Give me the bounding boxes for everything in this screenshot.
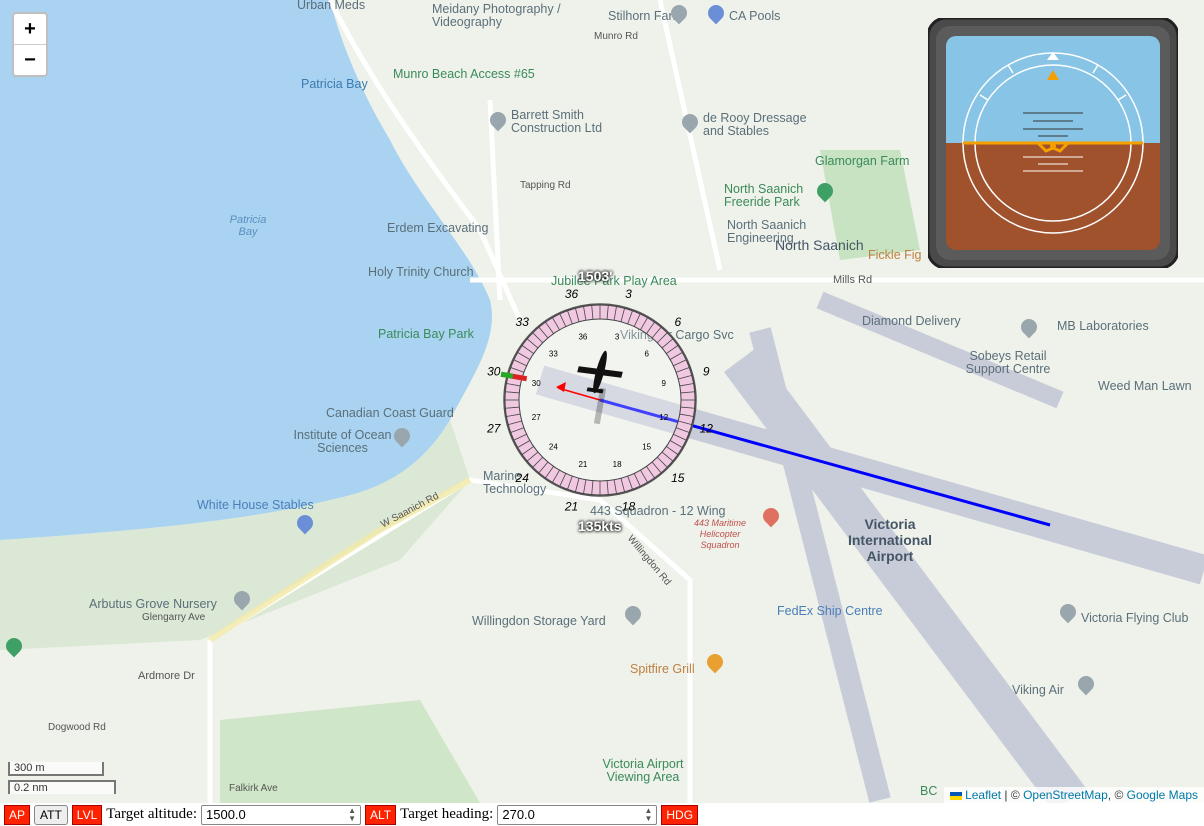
compass-inner-label: 33 [549, 349, 558, 358]
compass-inner-label: 12 [659, 413, 668, 422]
heading-hold-button[interactable]: HDG [661, 804, 699, 825]
attrib-text: , © [1107, 788, 1127, 802]
leaflet-link[interactable]: Leaflet [965, 788, 1001, 802]
zoom-in-button[interactable]: + [14, 14, 46, 44]
compass-outer-label: 12 [700, 421, 714, 435]
autopilot-button[interactable]: AP [4, 804, 31, 825]
map-attribution: Leaflet | © OpenStreetMap, © Google Maps [943, 787, 1204, 803]
compass-inner-label: 30 [532, 379, 541, 388]
compass-inner-label: 18 [613, 460, 622, 469]
compass-outer-label: 33 [516, 315, 530, 329]
scale-bar-nautical: 0.2 nm [8, 780, 116, 794]
compass-inner-label: 21 [578, 460, 587, 469]
scale-bar-metric: 300 m [8, 762, 104, 776]
altitude-readout: 1503' [578, 268, 613, 284]
zoom-control: + − [12, 12, 48, 77]
compass-inner-label: 15 [642, 443, 651, 452]
compass-outer-label: 21 [564, 499, 578, 513]
compass-outer-label: 30 [487, 365, 501, 379]
altitude-hold-button[interactable]: ALT [365, 804, 397, 825]
compass-outer-label: 3 [625, 287, 632, 301]
target-heading-input[interactable]: 270.0 ▲ ▼ [497, 804, 658, 825]
compass-inner-label: 6 [644, 349, 649, 358]
autopilot-controls: AP ATT LVL Target altitude: 1500.0 ▲ ▼ AL… [0, 803, 1204, 826]
target-altitude-label: Target altitude: [106, 806, 197, 822]
flag-icon [949, 791, 962, 800]
level-button[interactable]: LVL [71, 804, 103, 825]
spinner-icon[interactable]: ▲ ▼ [348, 806, 356, 823]
aircraft-hud: 36 3691215182124273033 369121518212427303… [486, 287, 714, 514]
osm-link[interactable]: OpenStreetMap [1023, 788, 1108, 802]
attitude-button[interactable]: ATT [34, 804, 68, 825]
zoom-out-button[interactable]: − [14, 44, 46, 75]
compass-inner-label: 9 [662, 379, 667, 388]
google-link[interactable]: Google Maps [1127, 788, 1198, 802]
compass-outer-label: 27 [486, 421, 502, 435]
target-heading-label: Target heading: [400, 806, 494, 822]
attitude-indicator [928, 18, 1178, 268]
attrib-text: | © [1001, 788, 1024, 802]
map-view[interactable]: Urban Meds Meidany Photography / Videogr… [0, 0, 1204, 803]
compass-inner-label: 27 [532, 413, 541, 422]
compass-outer-label: 15 [671, 471, 685, 485]
compass-outer-label: 6 [674, 315, 681, 329]
compass-outer-label: 36 [565, 287, 579, 301]
target-altitude-input[interactable]: 1500.0 ▲ ▼ [201, 804, 361, 825]
target-heading-value: 270.0 [502, 807, 535, 822]
compass-outer-label: 24 [515, 471, 530, 485]
target-altitude-value: 1500.0 [206, 807, 246, 822]
speed-readout: 135kts [578, 518, 622, 534]
spinner-icon[interactable]: ▲ ▼ [644, 806, 652, 823]
compass-outer-label: 9 [703, 365, 710, 379]
compass-inner-label: 3 [615, 332, 620, 341]
compass-outer-label: 18 [622, 499, 636, 513]
compass-inner-label: 36 [578, 332, 587, 341]
compass-inner-label: 24 [549, 443, 558, 452]
